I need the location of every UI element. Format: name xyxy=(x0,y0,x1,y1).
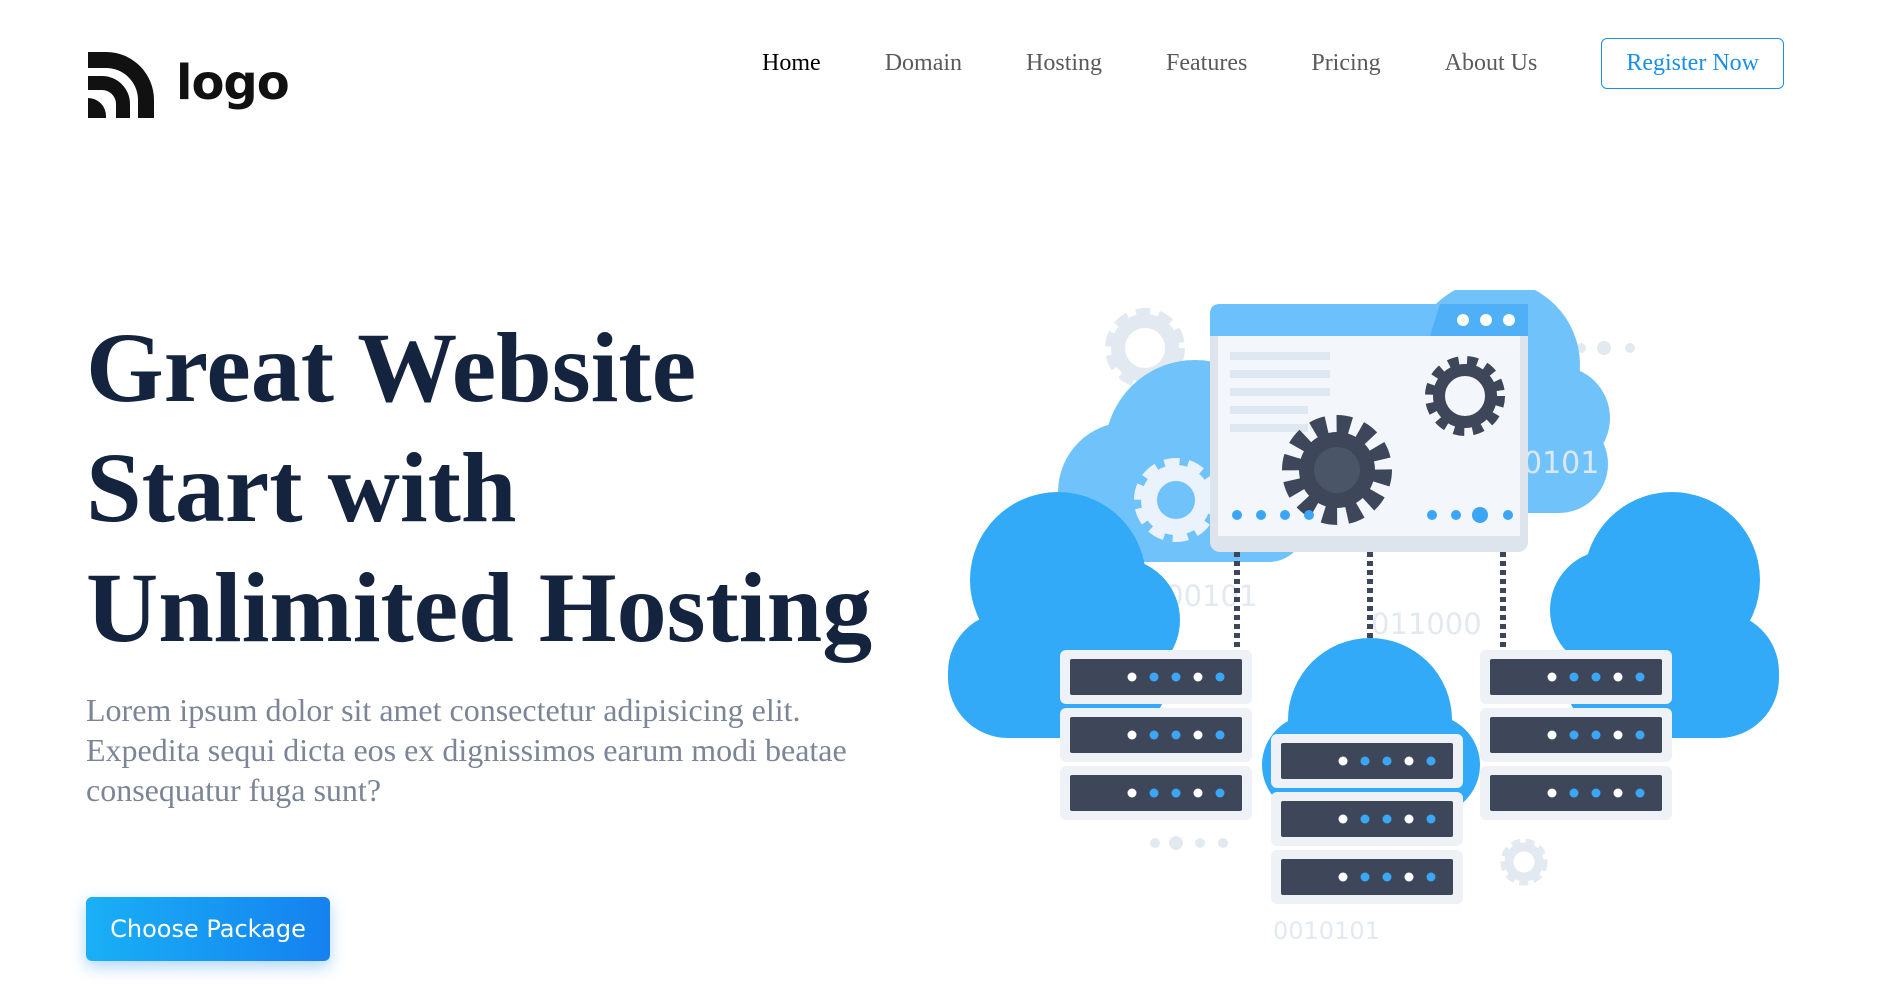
browser-window xyxy=(1210,304,1528,552)
dark-gear-large-icon xyxy=(1282,415,1392,525)
hero-description: Lorem ipsum dolor sit amet consectetur a… xyxy=(86,692,847,808)
server-rack-left xyxy=(1060,650,1252,820)
logo-text: logo xyxy=(176,55,290,111)
choose-package-button[interactable]: Choose Package xyxy=(86,897,330,961)
hero-title-line-3: Unlimited Hosting xyxy=(86,552,873,663)
nav-hosting[interactable]: Hosting xyxy=(1026,50,1102,77)
hosting-illustration: 0101 001011000101 011000 0010101 xyxy=(948,290,1779,945)
decor-dots-bottom xyxy=(1150,836,1228,850)
logo-icon xyxy=(88,52,154,118)
nav-home[interactable]: Home xyxy=(762,50,821,77)
hero-title: Great Website Start with Unlimited Hosti… xyxy=(86,308,872,668)
site-logo[interactable]: logo xyxy=(86,50,290,120)
nav-about-us[interactable]: About Us xyxy=(1445,50,1538,77)
hero-title-line-2: Start with xyxy=(86,432,517,543)
binary-text-4: 0010101 xyxy=(1273,917,1380,945)
binary-text-1: 0101 xyxy=(1523,446,1599,481)
server-rack-right xyxy=(1480,650,1672,820)
pale-gear-icon-3 xyxy=(1500,838,1548,886)
hero-title-line-1: Great Website xyxy=(86,312,697,423)
nav-domain[interactable]: Domain xyxy=(885,50,962,77)
binary-text-3: 011000 xyxy=(1371,607,1482,641)
register-now-button[interactable]: Register Now xyxy=(1601,38,1784,89)
nav-features[interactable]: Features xyxy=(1166,50,1247,77)
nav-pricing[interactable]: Pricing xyxy=(1311,50,1380,77)
main-nav: Home Domain Hosting Features Pricing Abo… xyxy=(698,38,1784,89)
server-rack-center xyxy=(1271,734,1463,904)
cloud-lower-center xyxy=(1262,638,1480,815)
